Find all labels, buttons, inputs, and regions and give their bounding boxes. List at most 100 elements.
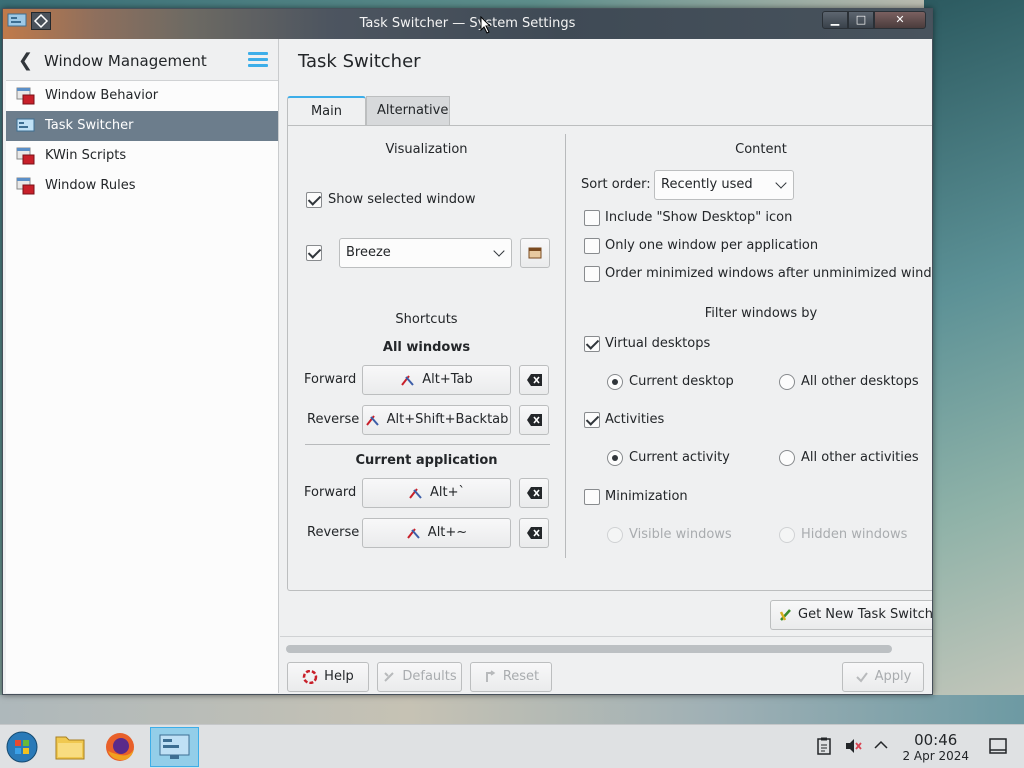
one-window-per-app-checkbox[interactable] (584, 238, 600, 254)
minimization-checkbox[interactable] (584, 489, 600, 505)
taskbar-system-settings[interactable] (150, 727, 199, 767)
sidebar-item-label: Task Switcher (45, 118, 134, 133)
show-selected-window-checkbox[interactable] (306, 192, 322, 208)
help-label: Help (324, 669, 354, 684)
apply-button[interactable]: Apply (842, 662, 924, 692)
volume-muted-icon[interactable] (844, 737, 862, 755)
defaults-icon (384, 671, 395, 682)
shortcuts-title: Shortcuts (395, 312, 458, 327)
activities-checkbox[interactable] (584, 412, 600, 428)
cur-forward-shortcut-button[interactable]: Alt+` (362, 478, 511, 508)
sidebar-title: Window Management (44, 52, 207, 70)
shortcut-icon (409, 487, 422, 499)
taskbar-firefox[interactable] (98, 727, 142, 767)
defaults-button[interactable]: Defaults (377, 662, 462, 692)
clear-cur-forward-button[interactable] (519, 478, 549, 508)
maximize-button[interactable]: □ (848, 11, 874, 29)
clear-all-reverse-button[interactable] (519, 405, 549, 435)
folder-icon (55, 736, 85, 760)
all-reverse-shortcut-button[interactable]: Alt+Shift+Backtab (362, 405, 511, 435)
clock-date: 2 Apr 2024 (902, 749, 969, 763)
tab-main[interactable]: Main (287, 96, 366, 126)
page-title: Task Switcher (298, 51, 421, 72)
clear-cur-reverse-button[interactable] (519, 518, 549, 548)
hamburger-menu-icon[interactable] (248, 52, 268, 67)
virtual-desktops-checkbox[interactable] (584, 336, 600, 352)
desktop-wallpaper-strip (0, 695, 1024, 725)
sort-order-label: Sort order: (581, 177, 651, 192)
sidebar: ❮ Window Management Window Behavior Task… (6, 39, 279, 693)
all-forward-label: Forward (304, 372, 357, 387)
help-icon (302, 669, 318, 684)
filter-windows-title: Filter windows by (704, 306, 818, 321)
reset-button[interactable]: Reset (470, 662, 552, 692)
close-button[interactable]: ✕ (874, 11, 926, 29)
tab-alternative[interactable]: Alternative (366, 96, 450, 126)
all-other-activities-radio[interactable] (779, 450, 795, 466)
horizontal-scrollbar[interactable] (286, 645, 892, 653)
clear-icon (527, 414, 542, 426)
order-minimized-checkbox[interactable] (584, 266, 600, 282)
sidebar-item-label: Window Behavior (45, 88, 159, 103)
all-other-desktops-label: All other desktops (801, 374, 919, 389)
start-menu-icon (6, 731, 38, 763)
cur-reverse-shortcut-button[interactable]: Alt+~ (362, 518, 511, 548)
clipboard-icon[interactable] (816, 737, 832, 755)
sort-order-dropdown[interactable]: Recently used (654, 170, 794, 200)
all-forward-shortcut: Alt+Tab (422, 372, 473, 387)
footer-separator (280, 636, 932, 637)
virtual-desktops-label: Virtual desktops (605, 336, 711, 351)
get-new-task-switchers-button[interactable]: Get New Task Switchers... (770, 600, 932, 630)
minimization-label: Minimization (605, 489, 688, 504)
all-windows-title: All windows (382, 340, 471, 355)
hidden-windows-label: Hidden windows (801, 527, 908, 542)
clear-icon (527, 487, 542, 499)
window-titlebar[interactable]: Task Switcher — System Settings ▁ □ ✕ (3, 9, 932, 39)
defaults-label: Defaults (402, 669, 457, 684)
kwin-scripts-icon (16, 147, 35, 165)
clock-time: 00:46 (914, 731, 958, 749)
sidebar-item-kwin-scripts[interactable]: KWin Scripts (6, 141, 278, 171)
visible-windows-radio[interactable] (607, 527, 623, 543)
hidden-windows-radio[interactable] (779, 527, 795, 543)
theme-dropdown[interactable]: Breeze (339, 238, 512, 268)
current-activity-label: Current activity (629, 450, 730, 465)
current-desktop-radio[interactable] (607, 374, 623, 390)
window-behavior-icon (16, 87, 35, 105)
include-show-desktop-checkbox[interactable] (584, 210, 600, 226)
shortcut-icon (401, 374, 414, 386)
show-desktop-icon[interactable] (989, 738, 1007, 754)
get-new-label: Get New Task Switchers... (798, 607, 932, 622)
taskbar-file-manager[interactable] (48, 727, 92, 767)
download-icon (779, 608, 791, 621)
sidebar-item-task-switcher[interactable]: Task Switcher (6, 111, 278, 141)
sidebar-item-label: Window Rules (45, 178, 136, 193)
minimize-button[interactable]: ▁ (822, 11, 848, 29)
system-settings-icon (159, 734, 190, 759)
digital-clock[interactable]: 00:46 2 Apr 2024 (902, 731, 969, 763)
all-other-activities-label: All other activities (801, 450, 919, 465)
application-launcher[interactable] (0, 727, 44, 767)
chevron-down-icon (775, 177, 787, 189)
chevron-down-icon (493, 245, 505, 257)
cur-reverse-label: Reverse (307, 525, 360, 540)
activities-label: Activities (605, 412, 665, 427)
section-divider (305, 444, 550, 445)
chevron-up-icon[interactable] (874, 740, 888, 750)
show-selected-window-label: Show selected window (328, 192, 476, 207)
all-other-desktops-radio[interactable] (779, 374, 795, 390)
help-button[interactable]: Help (287, 662, 369, 692)
mouse-cursor-icon (480, 16, 492, 34)
clear-all-forward-button[interactable] (519, 365, 549, 395)
clear-icon (527, 374, 542, 386)
current-activity-radio[interactable] (607, 450, 623, 466)
visualization-enable-checkbox[interactable] (306, 245, 322, 261)
reset-icon (485, 669, 496, 682)
all-forward-shortcut-button[interactable]: Alt+Tab (362, 365, 511, 395)
all-reverse-label: Reverse (307, 412, 360, 427)
sidebar-item-window-rules[interactable]: Window Rules (6, 171, 278, 201)
back-arrow-icon[interactable]: ❮ (18, 50, 33, 71)
sidebar-item-window-behavior[interactable]: Window Behavior (6, 81, 278, 111)
configure-theme-button[interactable] (520, 238, 550, 268)
taskbar: 00:46 2 Apr 2024 (0, 724, 1024, 768)
